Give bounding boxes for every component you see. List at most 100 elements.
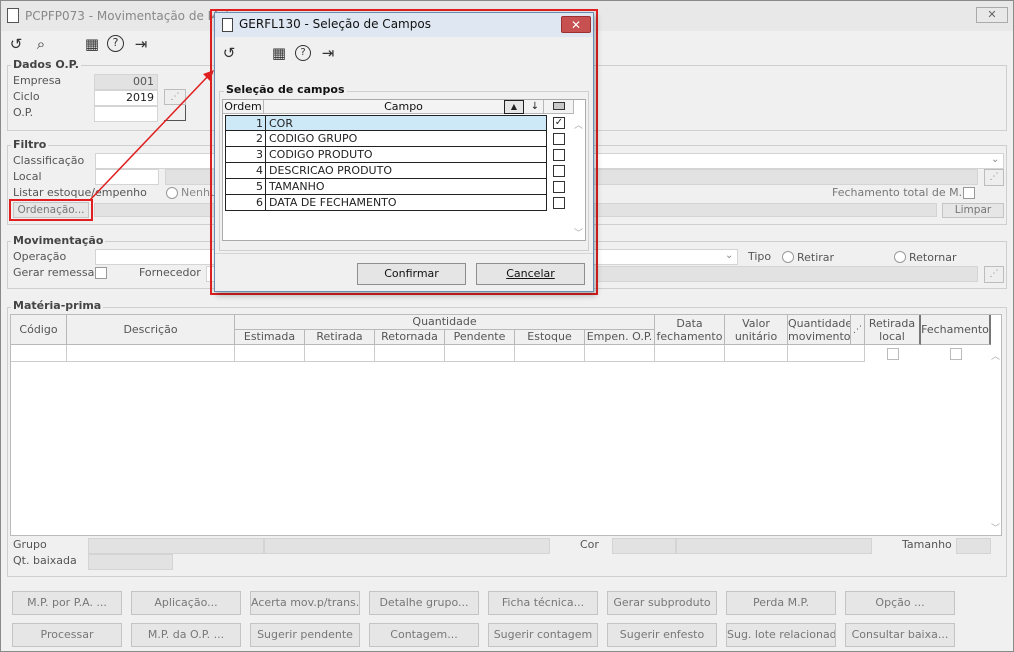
table-cell[interactable]	[788, 345, 865, 362]
list-item[interactable]: 3 CODIGO PRODUTO	[225, 147, 571, 163]
col-data-fechamento[interactable]: Data fechamento	[655, 315, 725, 345]
acerta-mov-button[interactable]: Acerta mov.p/trans.	[250, 591, 360, 615]
col-pendente[interactable]: Pendente	[445, 330, 515, 345]
op-lookup-icon[interactable]	[164, 105, 186, 121]
main-close-icon[interactable]: ✕	[976, 7, 1008, 23]
help-icon[interactable]: ?	[107, 35, 124, 52]
fechamento-total-checkbox[interactable]	[963, 187, 975, 199]
table-cell[interactable]	[515, 345, 585, 362]
sug-lote-relacionado-button[interactable]: Sug. lote relacionado	[726, 623, 836, 647]
local-field[interactable]	[95, 169, 159, 185]
gerar-subproduto-button[interactable]: Gerar subproduto	[607, 591, 717, 615]
col-campo[interactable]: Campo	[264, 100, 544, 114]
row-ordem: 2	[225, 131, 266, 147]
table-cell[interactable]	[11, 345, 67, 362]
search-icon[interactable]: ⌕	[32, 35, 50, 53]
scroll-down-icon[interactable]: ﹀	[574, 226, 583, 239]
row-checkbox[interactable]	[553, 165, 565, 177]
scroll-down-icon[interactable]: ﹀	[991, 521, 1000, 534]
scroll-up-icon[interactable]: ︿	[574, 118, 583, 131]
retirada-local-checkbox[interactable]	[887, 348, 899, 360]
limpar-button[interactable]: Limpar	[942, 203, 1004, 218]
list-item[interactable]: 2 CODIGO GRUPO	[225, 131, 571, 147]
mp-da-op-button[interactable]: M.P. da O.P. ...	[131, 623, 241, 647]
exit-icon[interactable]: ⇥	[132, 35, 150, 53]
list-item[interactable]: 6 DATA DE FECHAMENTO	[225, 195, 571, 211]
perda-mp-button[interactable]: Perda M.P.	[726, 591, 836, 615]
row-campo: DESCRICAO PRODUTO	[266, 163, 547, 179]
document-icon	[222, 18, 233, 32]
col-ordem[interactable]: Ordem	[223, 100, 264, 114]
col-quantidade-movimento[interactable]: Quantidade movimento	[788, 315, 851, 345]
col-retirada[interactable]: Retirada	[305, 330, 375, 345]
col-codigo[interactable]: Código	[11, 315, 67, 345]
row-checkbox[interactable]	[553, 197, 565, 209]
col-fechamento[interactable]: Fechamento	[921, 315, 991, 345]
consultar-baixa-button[interactable]: Consultar baixa...	[845, 623, 955, 647]
undo-icon[interactable]: ↺	[220, 44, 238, 62]
local-lookup-icon[interactable]: ⋰	[984, 169, 1004, 186]
grupo-label: Grupo	[13, 538, 47, 551]
row-checkbox[interactable]	[553, 149, 565, 161]
resize-grip-icon[interactable]: ⋰	[851, 315, 865, 345]
sugerir-pendente-button[interactable]: Sugerir pendente	[250, 623, 360, 647]
list-item[interactable]: 1 COR ✓	[225, 115, 571, 131]
aplicacao-button[interactable]: Aplicação...	[131, 591, 241, 615]
confirmar-button[interactable]: Confirmar	[357, 263, 466, 285]
col-retirada-local[interactable]: Retirada local	[865, 315, 921, 345]
row-checkbox[interactable]	[553, 133, 565, 145]
table-cell[interactable]	[445, 345, 515, 362]
col-estimada[interactable]: Estimada	[235, 330, 305, 345]
ciclo-field[interactable]: 2019	[94, 90, 158, 106]
table-cell[interactable]	[585, 345, 655, 362]
table-cell[interactable]	[375, 345, 445, 362]
dialog-close-icon[interactable]: ✕	[561, 16, 591, 33]
table-cell[interactable]	[305, 345, 375, 362]
fornecedor-lookup-icon[interactable]: ⋰	[984, 266, 1004, 283]
radio-retornar[interactable]	[894, 251, 906, 263]
radio-retirar[interactable]	[782, 251, 794, 263]
gerar-remessa-checkbox[interactable]	[95, 267, 107, 279]
document-icon	[7, 8, 19, 23]
col-estoque[interactable]: Estoque	[515, 330, 585, 345]
ciclo-lookup-icon[interactable]: ⋰	[164, 89, 186, 105]
row-checkbox[interactable]	[553, 181, 565, 193]
col-empen-op[interactable]: Empen. O.P.	[585, 330, 655, 345]
sort-descending-icon[interactable]: ↓	[528, 100, 542, 114]
calendar-icon[interactable]: ▦	[270, 44, 288, 62]
list-item[interactable]: 5 TAMANHO	[225, 179, 571, 195]
table-cell[interactable]	[725, 345, 788, 362]
table-cell[interactable]	[655, 345, 725, 362]
contagem-button[interactable]: Contagem...	[369, 623, 479, 647]
calendar-icon[interactable]: ▦	[83, 35, 101, 53]
col-retornada[interactable]: Retornada	[375, 330, 445, 345]
op-field[interactable]	[94, 106, 158, 122]
col-descricao[interactable]: Descrição	[67, 315, 235, 345]
col-qtd-mov-line1: Quantidade	[788, 317, 851, 330]
exit-icon[interactable]: ⇥	[319, 44, 337, 62]
table-cell[interactable]	[235, 345, 305, 362]
mp-por-pa-button[interactable]: M.P. por P.A. ...	[12, 591, 122, 615]
sort-ascending-icon[interactable]: ▲	[504, 100, 524, 114]
sugerir-contagem-button[interactable]: Sugerir contagem	[488, 623, 598, 647]
detalhe-grupo-button[interactable]: Detalhe grupo...	[369, 591, 479, 615]
ficha-tecnica-button[interactable]: Ficha técnica...	[488, 591, 598, 615]
undo-icon[interactable]: ↺	[7, 35, 25, 53]
col-check[interactable]	[544, 100, 574, 114]
table-cell[interactable]	[67, 345, 235, 362]
cancelar-button[interactable]: Cancelar	[476, 263, 585, 285]
list-item[interactable]: 4 DESCRICAO PRODUTO	[225, 163, 571, 179]
opcao-button[interactable]: Opção ...	[845, 591, 955, 615]
radio-nenhum[interactable]	[166, 187, 178, 199]
col-valor-unitario[interactable]: Valor unitário	[725, 315, 788, 345]
fechamento-checkbox[interactable]	[950, 348, 962, 360]
help-icon[interactable]: ?	[295, 45, 311, 61]
sugerir-enfesto-button[interactable]: Sugerir enfesto	[607, 623, 717, 647]
operacao-label: Operação	[13, 250, 67, 263]
ordenacao-button[interactable]: Ordenação...	[13, 202, 89, 218]
chevron-down-icon[interactable]: ⌄	[991, 154, 999, 165]
chevron-down-icon[interactable]: ⌄	[725, 250, 733, 261]
processar-button[interactable]: Processar	[12, 623, 122, 647]
row-checkbox[interactable]: ✓	[553, 117, 565, 129]
scroll-up-icon[interactable]: ︿	[991, 349, 1000, 362]
